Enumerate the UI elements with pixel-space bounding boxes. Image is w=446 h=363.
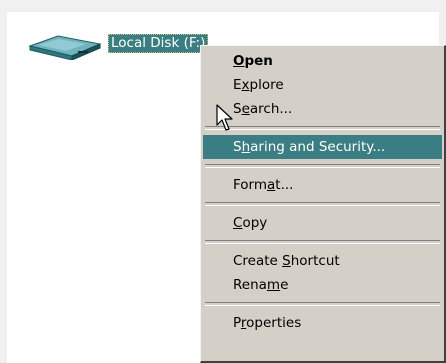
menu-item-open[interactable]: Open [203, 49, 442, 73]
menu-item-create-shortcut[interactable]: Create Shortcut [203, 249, 442, 273]
menu-item-sharing-security[interactable]: Sharing and Security... [203, 135, 442, 159]
menu-item-copy[interactable]: Copy [203, 211, 442, 235]
menu-item-format[interactable]: Format... [203, 173, 442, 197]
menu-item-explore[interactable]: Explore [203, 73, 442, 97]
menu-separator [205, 302, 440, 306]
context-menu: Open Explore Search... Sharing and Secur… [200, 45, 446, 363]
menu-separator [205, 202, 440, 206]
drive-label[interactable]: Local Disk (F:) [108, 34, 209, 53]
menu-separator [205, 126, 440, 130]
menu-separator [205, 240, 440, 244]
menu-separator [205, 164, 440, 168]
drive-icon [28, 35, 102, 60]
menu-item-properties[interactable]: Properties [203, 311, 442, 335]
menu-item-rename[interactable]: Rename [203, 273, 442, 297]
mouse-pointer-icon [216, 104, 233, 131]
menu-item-search[interactable]: Search... [203, 97, 442, 121]
drive-item[interactable]: Local Disk (F:) [24, 32, 224, 62]
